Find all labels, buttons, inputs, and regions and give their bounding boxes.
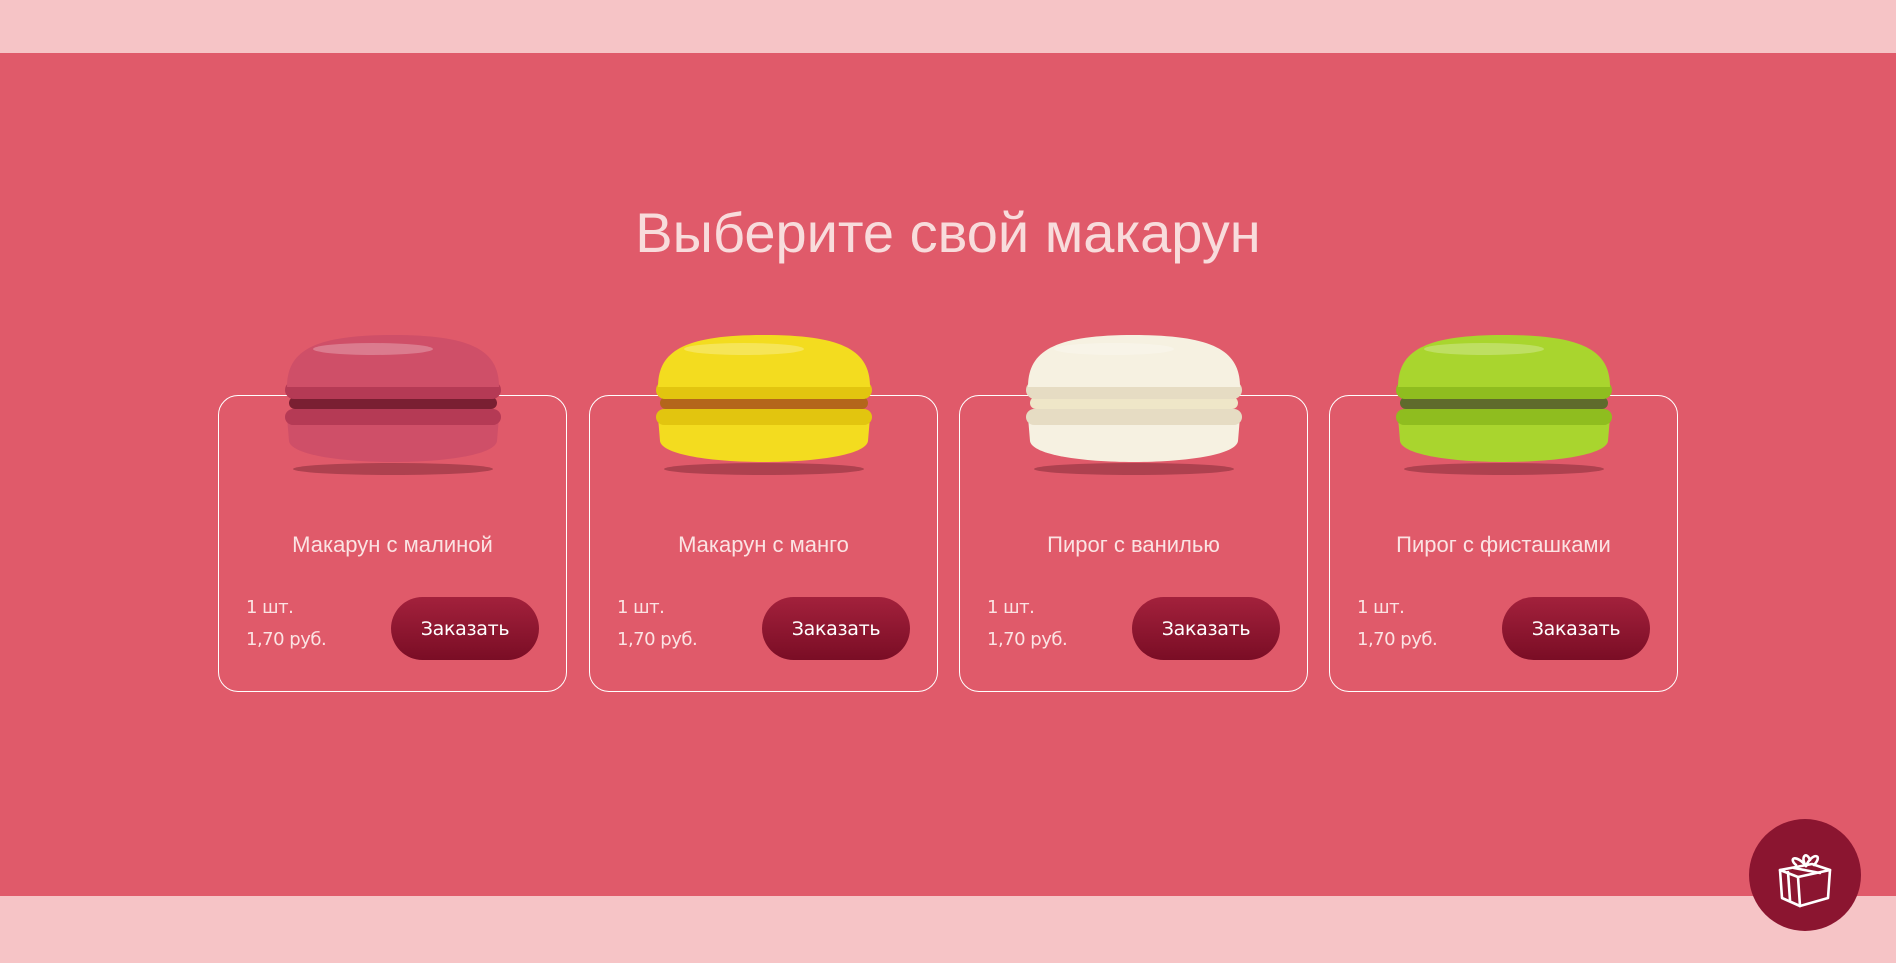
product-name: Макарун с манго <box>678 532 849 557</box>
product-card-raspberry: Макарун с малиной 1 шт. 1,70 руб. Заказа… <box>218 335 567 692</box>
macaron-image <box>1025 335 1242 475</box>
product-name: Пирог с фисташками <box>1396 532 1611 557</box>
product-qty: 1 шт. <box>987 597 1035 618</box>
product-price: 1,70 руб. <box>1357 629 1438 650</box>
product-name: Пирог с ванилью <box>1047 532 1220 557</box>
order-button[interactable]: Заказать <box>1502 597 1650 660</box>
gift-button[interactable] <box>1749 819 1861 931</box>
page-title: Выберите свой макарун <box>635 201 1261 264</box>
bottom-strip <box>0 896 1896 963</box>
macaron-image <box>284 335 501 475</box>
product-price: 1,70 руб. <box>246 629 327 650</box>
product-card-pistachio: Пирог с фисташками 1 шт. 1,70 руб. Заказ… <box>1329 335 1678 692</box>
product-qty: 1 шт. <box>617 597 665 618</box>
product-qty: 1 шт. <box>246 597 294 618</box>
order-button[interactable]: Заказать <box>391 597 539 660</box>
top-strip <box>0 0 1896 53</box>
order-button[interactable]: Заказать <box>762 597 910 660</box>
macaron-image <box>1395 335 1612 475</box>
product-price: 1,70 руб. <box>987 629 1068 650</box>
product-card-mango: Макарун с манго 1 шт. 1,70 руб. Заказать <box>589 335 938 692</box>
order-button[interactable]: Заказать <box>1132 597 1280 660</box>
product-price: 1,70 руб. <box>617 629 698 650</box>
gift-icon <box>1778 854 1832 908</box>
product-name: Макарун с малиной <box>292 532 493 557</box>
product-qty: 1 шт. <box>1357 597 1405 618</box>
product-card-vanilla: Пирог с ванилью 1 шт. 1,70 руб. Заказать <box>959 335 1308 692</box>
macaron-image <box>655 335 872 475</box>
